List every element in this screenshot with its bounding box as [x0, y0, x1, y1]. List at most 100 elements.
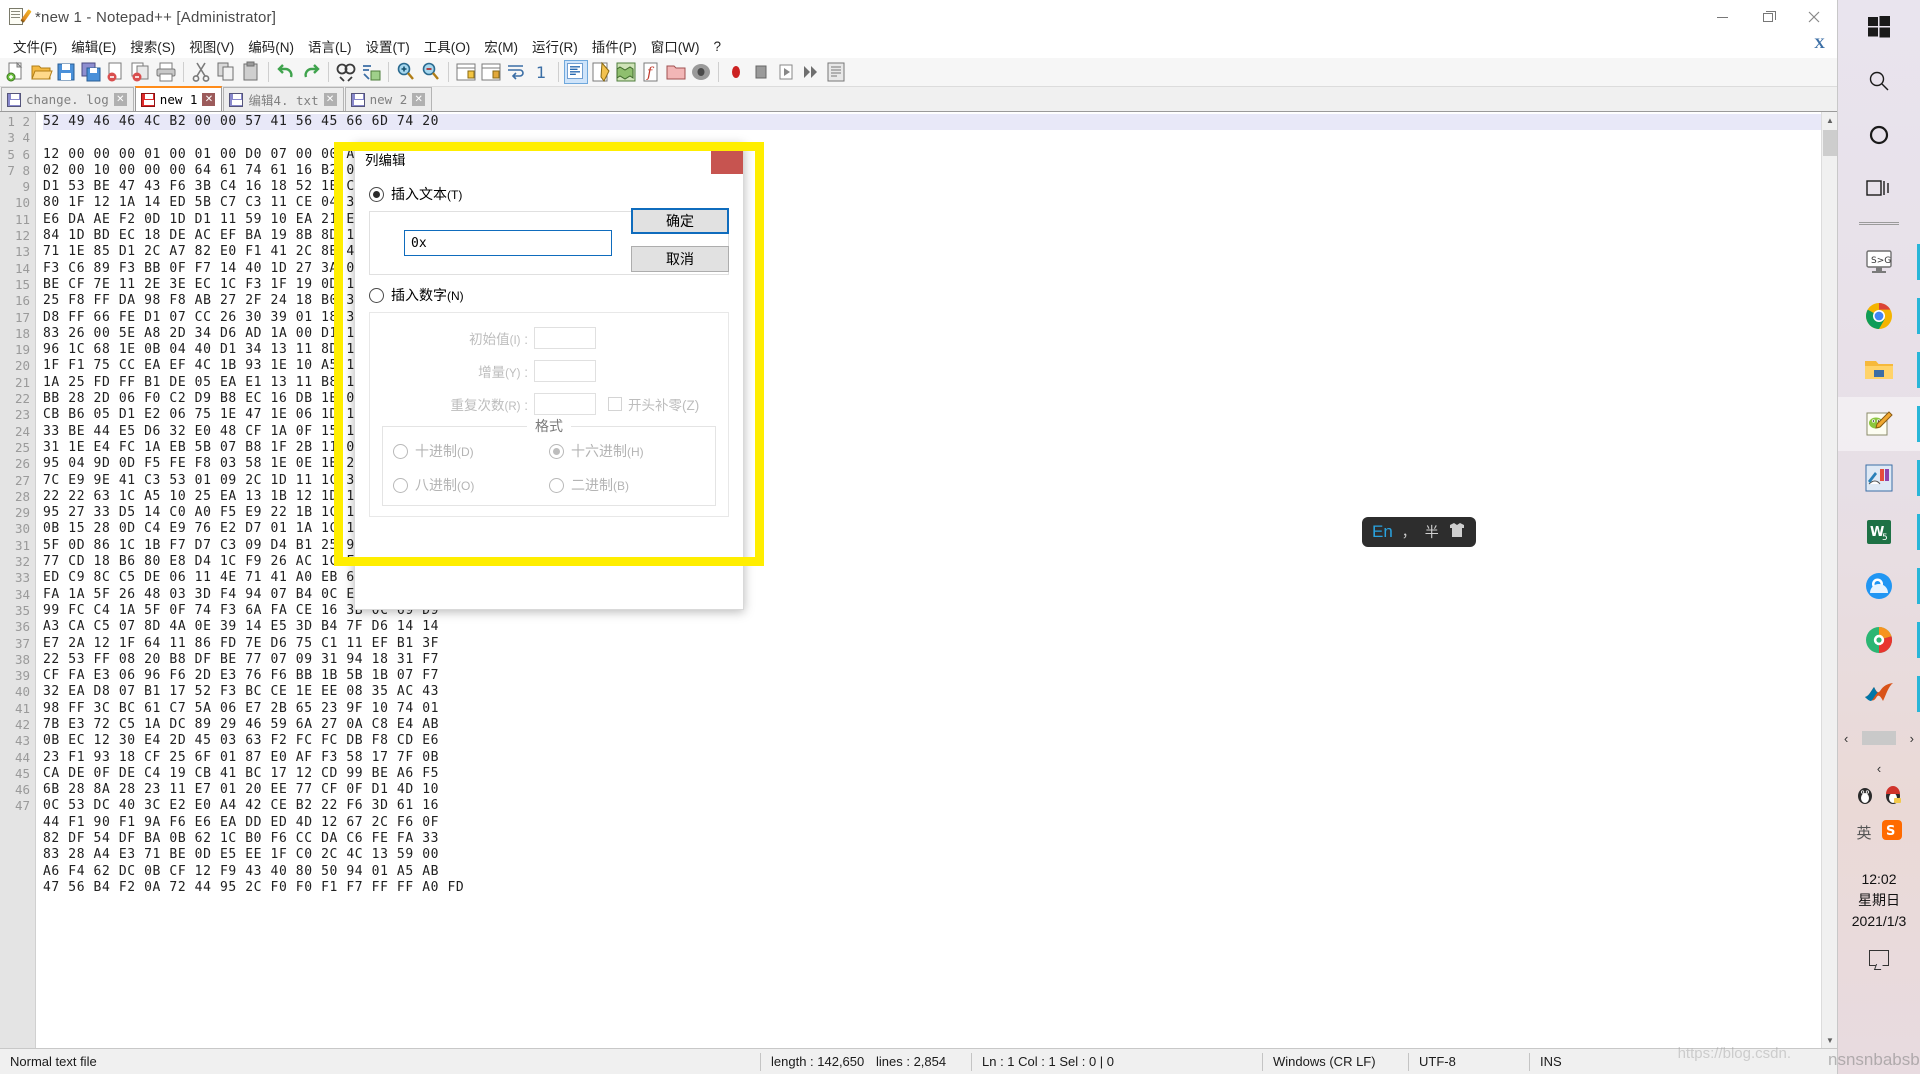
folder-as-workspace-icon[interactable] [664, 60, 688, 84]
file-explorer-icon[interactable] [1838, 343, 1920, 397]
paste-icon[interactable] [239, 60, 263, 84]
radio-insert-number[interactable]: 插入数字(N) [369, 285, 729, 305]
ime-width-toggle[interactable]: 半 [1425, 522, 1439, 542]
run-icon[interactable] [824, 60, 848, 84]
menu-item-window[interactable]: 窗口(W) [644, 34, 707, 58]
taskbar-overflow-scroll[interactable]: ‹ › [1838, 725, 1920, 751]
radio-button-indicator[interactable] [393, 477, 408, 493]
user-defined-language-icon[interactable] [589, 60, 613, 84]
column-editor-dialog[interactable]: 列编辑 插入文本(T) 插入数字(N) 初始值(I) : [354, 143, 744, 610]
open-file-icon[interactable] [29, 60, 53, 84]
radio-button-indicator[interactable] [549, 477, 564, 493]
notepad-plus-plus-icon[interactable] [1838, 397, 1920, 451]
wps-spreadsheet-icon[interactable]: W5 [1838, 505, 1920, 559]
menu-item-plugins[interactable]: 插件(P) [585, 34, 644, 58]
cortana-circle-icon[interactable] [1838, 108, 1920, 162]
scroll-thumb[interactable] [1862, 731, 1896, 745]
zoom-out-icon[interactable] [419, 60, 443, 84]
maximize-button[interactable] [1745, 0, 1791, 34]
qq-penguin-badge-icon[interactable] [1884, 785, 1902, 810]
increase-by-input[interactable] [534, 360, 596, 382]
copy-icon[interactable] [214, 60, 238, 84]
close-icon[interactable] [711, 144, 743, 174]
notification-icon[interactable] [1869, 950, 1889, 966]
menu-item-language[interactable]: 语言(L) [301, 34, 359, 58]
sogou-ime-icon[interactable]: S [1881, 820, 1902, 845]
replace-icon[interactable] [359, 60, 383, 84]
checkbox-leading-zeros[interactable]: 开头补零(Z) [608, 394, 699, 414]
radio-format-octal[interactable]: 八进制(O) [393, 475, 549, 495]
screen-to-gif-icon[interactable]: S>G [1838, 235, 1920, 289]
menu-item-search[interactable]: 搜索(S) [123, 34, 182, 58]
close-document-button[interactable]: X [1814, 36, 1825, 53]
menu-item-run[interactable]: 运行(R) [525, 34, 585, 58]
zoom-in-icon[interactable] [394, 60, 418, 84]
function-list-icon[interactable]: f [639, 60, 663, 84]
insert-text-input[interactable] [404, 230, 612, 256]
ime-english-icon[interactable]: 英 [1856, 822, 1871, 843]
scrollbar-thumb[interactable] [1823, 130, 1837, 156]
record-macro-icon[interactable] [724, 60, 748, 84]
editor-app-icon[interactable] [1838, 451, 1920, 505]
menu-item-macro[interactable]: 宏(M) [477, 34, 525, 58]
menu-item-tools[interactable]: 工具(O) [417, 34, 478, 58]
sync-vertical-scroll-icon[interactable] [454, 60, 478, 84]
repeat-count-input[interactable] [534, 393, 596, 415]
show-indent-guide-icon[interactable] [564, 60, 588, 84]
tab-bianji4-txt[interactable]: 编辑4. txt ✕ [223, 87, 344, 111]
close-icon[interactable] [1791, 0, 1837, 34]
menu-item-encoding[interactable]: 编码(N) [241, 34, 301, 58]
ime-punctuation-toggle[interactable]: ， [1402, 522, 1416, 542]
save-all-icon[interactable] [79, 60, 103, 84]
editor-area[interactable]: 1 2 3 4 5 6 7 8 9 10 11 12 13 14 15 16 1… [0, 112, 1837, 1048]
taskbar-clock[interactable]: 12:02 星期日 2021/1/3 [1852, 869, 1907, 932]
undo-icon[interactable] [274, 60, 298, 84]
qq-browser-icon[interactable] [1838, 559, 1920, 613]
scroll-left-icon[interactable]: ‹ [1844, 731, 1848, 746]
word-wrap-icon[interactable] [504, 60, 528, 84]
vertical-scrollbar[interactable]: ▲ ▼ [1821, 112, 1837, 1048]
menu-item-file[interactable]: 文件(F) [6, 34, 64, 58]
scroll-up-icon[interactable]: ▲ [1822, 112, 1838, 128]
radio-format-decimal[interactable]: 十进制(D) [393, 441, 549, 461]
cancel-button[interactable]: 取消 [631, 246, 729, 272]
task-view-icon[interactable] [1838, 162, 1920, 216]
scroll-down-icon[interactable]: ▼ [1822, 1032, 1838, 1048]
matlab-icon[interactable] [1838, 667, 1920, 721]
menu-item-view[interactable]: 视图(V) [182, 34, 241, 58]
initial-value-input[interactable] [534, 327, 596, 349]
find-icon[interactable] [334, 60, 358, 84]
radio-button-indicator[interactable] [369, 287, 384, 303]
cut-icon[interactable] [189, 60, 213, 84]
radio-format-binary[interactable]: 二进制(B) [549, 475, 705, 495]
sync-horizontal-scroll-icon[interactable] [479, 60, 503, 84]
close-icon[interactable]: ✕ [113, 93, 127, 106]
windows-start-icon[interactable] [1838, 0, 1920, 54]
run-macro-multiple-icon[interactable] [799, 60, 823, 84]
menu-item-edit[interactable]: 编辑(E) [64, 34, 123, 58]
print-icon[interactable] [154, 60, 178, 84]
search-icon[interactable] [1838, 54, 1920, 108]
radio-button-indicator[interactable] [369, 186, 384, 202]
new-file-icon[interactable] [4, 60, 28, 84]
save-icon[interactable] [54, 60, 78, 84]
chevron-left-icon[interactable]: ‹ [1877, 761, 1881, 776]
close-file-icon[interactable] [104, 60, 128, 84]
tab-new-2[interactable]: new 2 ✕ [344, 87, 433, 111]
menu-item-help[interactable]: ? [706, 37, 728, 56]
menu-item-settings[interactable]: 设置(T) [359, 34, 417, 58]
radio-insert-text[interactable]: 插入文本(T) [369, 184, 729, 204]
scroll-right-icon[interactable]: › [1910, 731, 1914, 746]
minimize-button[interactable] [1699, 0, 1745, 34]
text-content[interactable]: 52 49 46 46 4C B2 00 00 57 41 56 45 66 6… [36, 112, 1837, 1048]
qq-penguin-icon[interactable] [1856, 785, 1874, 810]
tab-new-1[interactable]: new 1 ✕ [134, 86, 223, 111]
ime-mode-label[interactable]: En [1372, 522, 1393, 542]
redo-icon[interactable] [299, 60, 323, 84]
stop-macro-icon[interactable] [749, 60, 773, 84]
document-map-icon[interactable] [614, 60, 638, 84]
monitoring-icon[interactable] [689, 60, 713, 84]
skin-shirt-icon[interactable] [1448, 522, 1466, 543]
play-macro-icon[interactable] [774, 60, 798, 84]
checkbox-indicator[interactable] [608, 397, 622, 411]
